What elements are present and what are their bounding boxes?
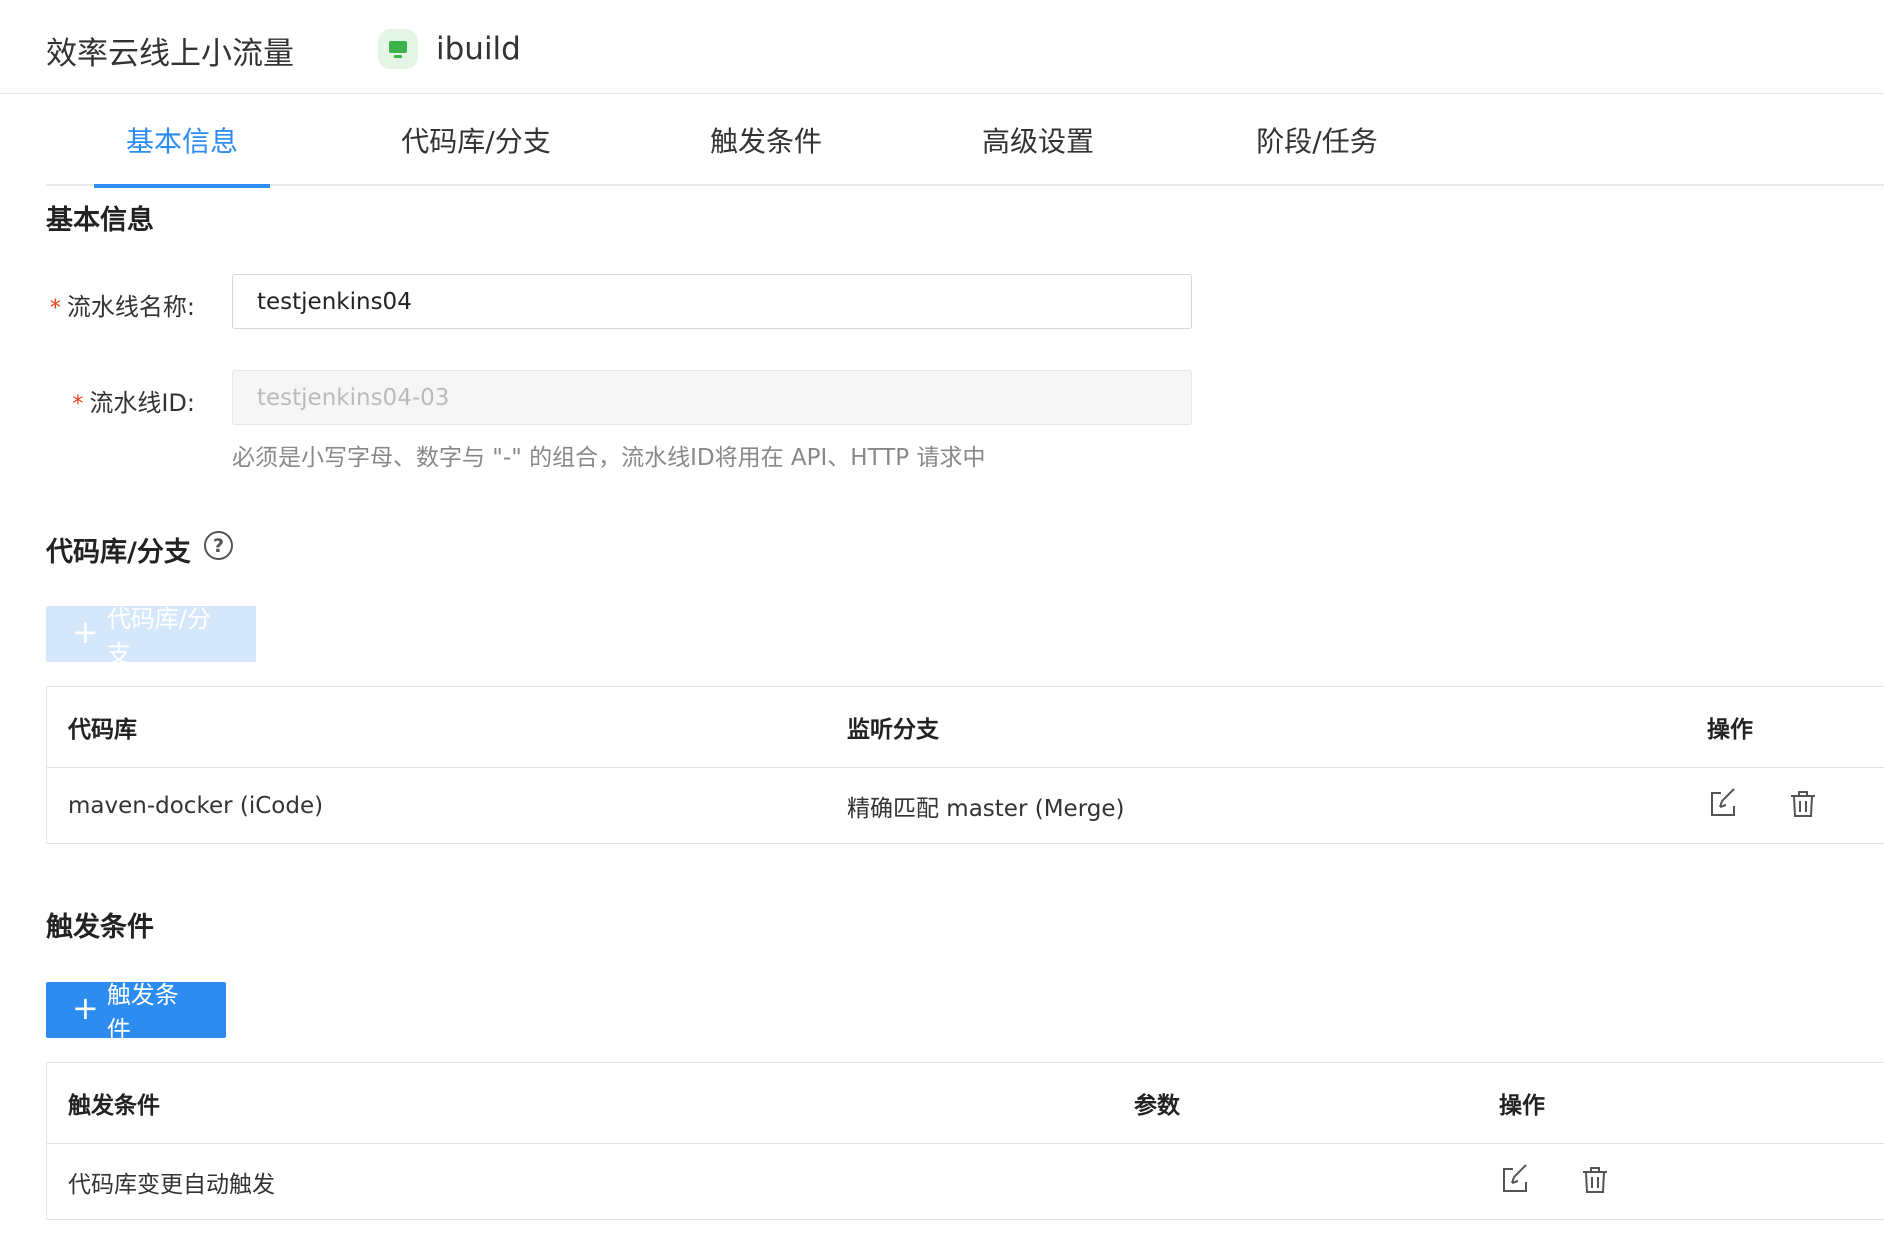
repo-cell: maven-docker (iCode): [68, 792, 324, 819]
column-header-repo: 代码库: [68, 717, 137, 743]
column-header-actions: 操作: [1499, 1093, 1545, 1119]
plus-icon: +: [72, 989, 99, 1027]
add-trigger-button[interactable]: + 触发条件: [46, 981, 226, 1044]
trigger-title: 触发条件: [46, 912, 154, 943]
table-row: maven-docker (iCode) 精确匹配 master (Merge): [47, 768, 1884, 843]
table-header-row: 触发条件 参数 操作: [47, 1063, 1884, 1144]
column-header-branch: 监听分支: [847, 717, 939, 743]
pipeline-id-placeholder: testjenkins04-03: [257, 384, 450, 411]
pipeline-name-value: testjenkins04: [257, 288, 412, 315]
tab-trigger[interactable]: 触发条件: [686, 94, 846, 186]
trigger-condition-cell: 代码库变更自动触发: [68, 1171, 275, 1198]
repo-branch-table: 代码库 监听分支 操作 maven-docker (iCode) 精确匹配 ma…: [46, 686, 1884, 844]
pipeline-switcher[interactable]: ibuild: [378, 28, 521, 70]
column-header-actions: 操作: [1707, 717, 1753, 743]
tab-basic-info[interactable]: 基本信息: [94, 94, 270, 188]
column-header-trigger: 触发条件: [68, 1093, 160, 1119]
monitor-icon: [378, 29, 418, 69]
branch-cell: 精确匹配 master (Merge): [847, 795, 1125, 822]
pipeline-name-label-text: 流水线名称:: [66, 293, 195, 321]
plus-icon: +: [72, 613, 99, 651]
column-header-params: 参数: [1134, 1093, 1180, 1119]
pipeline-id-label: * 流水线ID:: [20, 383, 195, 418]
tab-advanced[interactable]: 高级设置: [958, 94, 1118, 186]
tab-repo-branch[interactable]: 代码库/分支: [376, 94, 576, 186]
settings-tabs: 基本信息 代码库/分支 触发条件 高级设置 阶段/任务: [46, 94, 1884, 188]
add-repo-branch-button: + 代码库/分支: [46, 605, 256, 668]
app-title: 效率云线上小流量: [46, 36, 294, 72]
trash-icon[interactable]: [1787, 788, 1819, 820]
tab-stages-tasks[interactable]: 阶段/任务: [1232, 94, 1402, 186]
repo-branch-title: 代码库/分支: [46, 537, 191, 568]
basic-info-title: 基本信息: [46, 205, 154, 236]
trigger-table: 触发条件 参数 操作 代码库变更自动触发: [46, 1062, 1884, 1220]
pipeline-settings-page: 效率云线上小流量 ibuild 基本信息 代码库/分支 触发条件 高级设置 阶段…: [0, 0, 1884, 1244]
edit-icon[interactable]: [1499, 1164, 1531, 1196]
required-mark: *: [49, 296, 61, 321]
pipeline-name: ibuild: [436, 31, 521, 67]
edit-icon[interactable]: [1707, 788, 1739, 820]
trash-icon[interactable]: [1579, 1164, 1611, 1196]
table-row: 代码库变更自动触发: [47, 1144, 1884, 1219]
add-trigger-label: 触发条件: [106, 981, 179, 1044]
pipeline-id-label-text: 流水线ID:: [89, 389, 195, 417]
pipeline-id-input: testjenkins04-03: [232, 370, 1192, 425]
top-header: 效率云线上小流量 ibuild: [0, 0, 1884, 94]
pipeline-id-hint: 必须是小写字母、数字与 "-" 的组合，流水线ID将用在 API、HTTP 请求…: [232, 445, 986, 471]
required-mark: *: [72, 392, 84, 417]
pipeline-name-label: * 流水线名称:: [20, 287, 195, 322]
question-circle-icon[interactable]: ?: [204, 531, 233, 560]
add-repo-branch-label: 代码库/分支: [106, 605, 211, 668]
pipeline-name-input[interactable]: testjenkins04: [232, 274, 1192, 329]
table-header-row: 代码库 监听分支 操作: [47, 687, 1884, 768]
